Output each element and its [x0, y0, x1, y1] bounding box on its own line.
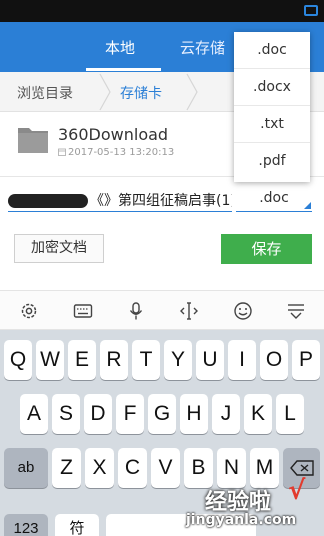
breadcrumb-sd-card[interactable]: 存储卡 — [120, 83, 162, 103]
active-tab-indicator — [86, 68, 161, 71]
key-a[interactable]: A — [20, 394, 48, 434]
extension-option-docx[interactable]: .docx — [234, 69, 310, 106]
file-date: 2017-05-13 13:20:13 — [58, 147, 174, 158]
key-i[interactable]: I — [228, 340, 256, 380]
save-button[interactable]: 保存 — [221, 234, 312, 264]
soft-keyboard: Q W E R T Y U I O P A S D F G H J K L ab… — [0, 330, 324, 536]
key-s[interactable]: S — [52, 394, 80, 434]
filename-value: 《》第四组征稿启事(1) — [90, 193, 232, 209]
key-x[interactable]: X — [85, 448, 114, 488]
encrypt-document-button[interactable]: 加密文档 — [14, 234, 104, 263]
settings-icon[interactable] — [19, 301, 39, 321]
calendar-icon — [58, 148, 66, 156]
watermark-check-icon: √ — [288, 476, 306, 506]
key-n[interactable]: N — [217, 448, 246, 488]
battery-icon — [304, 5, 318, 16]
key-e[interactable]: E — [68, 340, 96, 380]
extension-dropdown-menu: .doc .docx .txt .pdf — [234, 32, 310, 182]
key-b[interactable]: B — [184, 448, 213, 488]
extension-selected-value: .doc — [259, 190, 289, 206]
key-z[interactable]: Z — [52, 448, 81, 488]
keyboard-icon[interactable] — [73, 301, 93, 321]
folder-icon — [18, 128, 48, 153]
tab-cloud-storage[interactable]: 云存储 — [180, 37, 225, 58]
extension-option-pdf[interactable]: .pdf — [234, 143, 310, 180]
key-t[interactable]: T — [132, 340, 160, 380]
file-date-text: 2017-05-13 13:20:13 — [68, 147, 175, 158]
key-ab-toggle[interactable]: ab — [4, 448, 48, 488]
emoji-icon[interactable] — [233, 301, 253, 321]
backspace-icon — [289, 460, 314, 476]
status-bar — [0, 0, 324, 22]
key-l[interactable]: L — [276, 394, 304, 434]
key-w[interactable]: W — [36, 340, 64, 380]
redacted-text — [8, 194, 88, 208]
key-q[interactable]: Q — [4, 340, 32, 380]
extension-option-txt[interactable]: .txt — [234, 106, 310, 143]
cursor-move-icon[interactable] — [179, 301, 199, 321]
filename-input[interactable]: 《》第四组征稿启事(1) — [8, 186, 232, 212]
dropdown-corner-icon — [304, 202, 311, 209]
key-123-toggle[interactable]: 123 — [4, 514, 48, 536]
key-f[interactable]: F — [116, 394, 144, 434]
key-m[interactable]: M — [250, 448, 279, 488]
key-d[interactable]: D — [84, 394, 112, 434]
key-u[interactable]: U — [196, 340, 224, 380]
tab-local[interactable]: 本地 — [105, 37, 135, 58]
key-p[interactable]: P — [292, 340, 320, 380]
key-y[interactable]: Y — [164, 340, 192, 380]
key-g[interactable]: G — [148, 394, 176, 434]
keyboard-toolbar — [0, 290, 324, 330]
chevron-right-icon — [186, 73, 198, 111]
breadcrumb-browse-directory[interactable]: 浏览目录 — [17, 83, 73, 103]
extension-select[interactable]: .doc — [236, 186, 312, 212]
key-c[interactable]: C — [118, 448, 147, 488]
key-k[interactable]: K — [244, 394, 272, 434]
key-v[interactable]: V — [151, 448, 180, 488]
extension-option-doc[interactable]: .doc — [234, 32, 310, 69]
key-h[interactable]: H — [180, 394, 208, 434]
chevron-right-icon — [99, 73, 111, 111]
key-symbol[interactable]: 符 — [55, 514, 99, 536]
key-j[interactable]: J — [212, 394, 240, 434]
watermark-url: jingyanla.com — [186, 512, 297, 528]
key-r[interactable]: R — [100, 340, 128, 380]
key-o[interactable]: O — [260, 340, 288, 380]
file-name: 360Download — [58, 125, 169, 144]
hide-keyboard-icon[interactable] — [286, 301, 306, 321]
microphone-icon[interactable] — [126, 301, 146, 321]
